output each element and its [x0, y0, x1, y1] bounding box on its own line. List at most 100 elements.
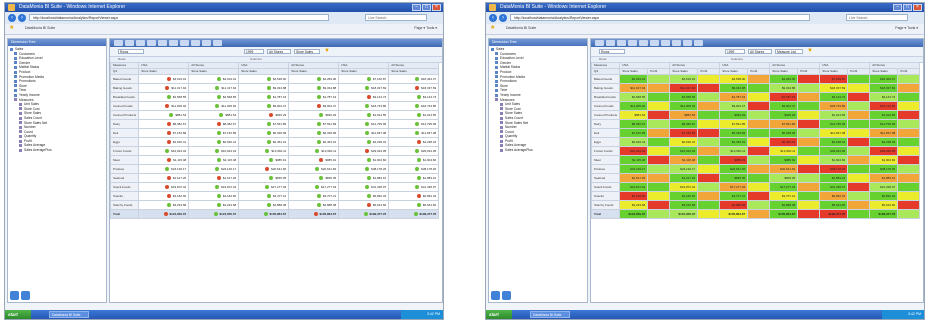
heat-cell-profit[interactable]	[797, 164, 821, 174]
kpi-cell[interactable]: $11,005.02	[138, 101, 190, 111]
tab-report[interactable]: DataMonia BI Suite	[506, 26, 536, 30]
heat-cell-sales[interactable]: $18,733.86	[869, 101, 899, 111]
toolbar-button[interactable]	[694, 40, 703, 46]
kpi-cell[interactable]: $1,883.16	[388, 173, 440, 183]
kpi-cell[interactable]: $19,872.42	[138, 182, 190, 192]
heat-cell-sales[interactable]: $4,619.01	[619, 74, 649, 84]
heat-cell-profit[interactable]	[697, 119, 721, 129]
toolbar-button[interactable]	[169, 40, 178, 46]
toolbar-button[interactable]	[672, 40, 681, 46]
heat-cell-profit[interactable]	[797, 209, 821, 219]
filter-icon[interactable]: ▼	[324, 48, 330, 55]
favorites-star-icon[interactable]: ★	[9, 25, 14, 32]
kpi-cell[interactable]: $16,934.34	[188, 146, 240, 156]
heat-cell-sales[interactable]: $7,160.87	[819, 74, 849, 84]
kpi-cell[interactable]: $2,568.55	[188, 92, 240, 102]
chart-icon[interactable]	[10, 291, 19, 300]
heat-cell-profit[interactable]	[897, 191, 921, 201]
kpi-cell[interactable]: $1,617.26	[138, 173, 190, 183]
kpi-cell[interactable]: $23,136.17	[138, 164, 190, 174]
kpi-cell[interactable]: $4,619.01	[188, 74, 240, 84]
heat-cell-sales[interactable]: $105,864.67	[719, 209, 749, 219]
measure-combo[interactable]: Measure List	[775, 49, 803, 54]
kpi-cell[interactable]: $38,178.26	[338, 164, 390, 174]
kpi-cell[interactable]: $7,152.89	[188, 128, 240, 138]
toolbar-button[interactable]	[617, 40, 626, 46]
forward-icon[interactable]: ›	[18, 14, 26, 22]
heat-cell-profit[interactable]	[747, 137, 771, 147]
heat-cell-sales[interactable]: $29,934.05	[819, 146, 849, 156]
kpi-cell[interactable]: $14,795.99	[338, 119, 390, 129]
heat-cell-sales[interactable]: $16,934.34	[669, 146, 699, 156]
store-combo[interactable]: All Stores	[267, 49, 291, 54]
heat-cell-sales[interactable]: $9,334.88	[769, 83, 799, 93]
kpi-cell[interactable]: $7,160.87	[338, 74, 390, 84]
close-button[interactable]: ×	[432, 4, 441, 11]
toolbar-button[interactable]	[202, 40, 211, 46]
heat-cell-profit[interactable]	[897, 119, 921, 129]
forward-icon[interactable]: ›	[499, 14, 507, 22]
heat-cell-sales[interactable]: $2,888.38	[769, 200, 799, 210]
heat-cell-sales[interactable]: $23,136.17	[669, 164, 699, 174]
kpi-cell[interactable]: $11,005.02	[188, 101, 240, 111]
kpi-cell[interactable]: $936.29	[288, 110, 340, 120]
taskbar-item[interactable]: DataMonia BI Suite	[49, 311, 89, 318]
heat-cell-profit[interactable]	[747, 209, 771, 219]
kpi-cell[interactable]: $7,591.89	[238, 119, 290, 129]
heat-cell-sales[interactable]: $6,348.99	[719, 128, 749, 138]
heat-cell-sales[interactable]: $199,377.76	[819, 209, 849, 219]
heat-cell-sales[interactable]: $2,630.41	[669, 137, 699, 147]
heat-cell-profit[interactable]	[847, 182, 871, 192]
heat-cell-profit[interactable]	[697, 128, 721, 138]
heat-cell-sales[interactable]: $1,914.55	[819, 110, 849, 120]
start-button[interactable]: start	[486, 310, 512, 319]
heat-cell-sales[interactable]: $4,238.34	[819, 137, 849, 147]
kpi-cell[interactable]: $105,864.67	[288, 209, 340, 219]
kpi-cell[interactable]: $9,904.47	[238, 101, 290, 111]
kpi-cell[interactable]: $835.05	[238, 173, 290, 183]
kpi-cell[interactable]: $199,377.76	[388, 209, 440, 219]
heat-cell-sales[interactable]: $1,904.82	[819, 155, 849, 165]
heat-cell-sales[interactable]: $985.91	[719, 155, 749, 165]
heat-cell-profit[interactable]	[847, 191, 871, 201]
kpi-cell[interactable]: $38,178.26	[388, 164, 440, 174]
search-input[interactable]: Live Search	[365, 14, 427, 21]
heat-cell-sales[interactable]: $199,377.76	[869, 209, 899, 219]
heat-cell-profit[interactable]	[647, 83, 671, 93]
toolbar-button[interactable]	[661, 40, 670, 46]
maximize-button[interactable]: □	[422, 4, 431, 11]
kpi-cell[interactable]: $18,463.47	[388, 74, 440, 84]
heat-cell-sales[interactable]: $1,914.55	[869, 110, 899, 120]
heat-cell-profit[interactable]	[897, 146, 921, 156]
heat-cell-profit[interactable]	[897, 155, 921, 165]
heat-cell-profit[interactable]	[697, 137, 721, 147]
chart-icon[interactable]	[491, 291, 500, 300]
heat-cell-profit[interactable]	[847, 92, 871, 102]
heat-cell-profit[interactable]	[697, 200, 721, 210]
heat-cell-sales[interactable]: $2,454.01	[769, 137, 799, 147]
kpi-cell[interactable]: $936.29	[238, 110, 290, 120]
heat-cell-sales[interactable]: $14,795.99	[819, 119, 849, 129]
heat-cell-sales[interactable]: $17,277.03	[769, 182, 799, 192]
kpi-cell[interactable]: $17,277.03	[288, 182, 340, 192]
heat-cell-profit[interactable]	[647, 155, 671, 165]
heat-cell-sales[interactable]: $7,152.89	[619, 128, 649, 138]
heat-cell-profit[interactable]	[797, 128, 821, 138]
toolbar-button[interactable]	[213, 40, 222, 46]
heat-cell-sales[interactable]: $881.54	[619, 110, 649, 120]
heat-cell-sales[interactable]: $20,641.66	[719, 164, 749, 174]
heat-cell-profit[interactable]	[697, 164, 721, 174]
kpi-cell[interactable]: $1,787.19	[288, 92, 340, 102]
heat-cell-profit[interactable]	[797, 146, 821, 156]
kpi-cell[interactable]: $3,143.73	[338, 92, 390, 102]
heat-cell-sales[interactable]: $8,382.67	[669, 119, 699, 129]
heat-cell-sales[interactable]: $19,872.42	[619, 182, 649, 192]
kpi-cell[interactable]: $4,238.34	[338, 137, 390, 147]
heat-cell-sales[interactable]: $29,934.05	[869, 146, 899, 156]
heat-cell-profit[interactable]	[747, 155, 771, 165]
heat-cell-sales[interactable]: $17,277.03	[719, 182, 749, 192]
heat-cell-sales[interactable]: $835.05	[769, 173, 799, 183]
kpi-cell[interactable]: $29,934.05	[338, 146, 390, 156]
grid-icon[interactable]	[502, 291, 511, 300]
close-button[interactable]: ×	[913, 4, 922, 11]
